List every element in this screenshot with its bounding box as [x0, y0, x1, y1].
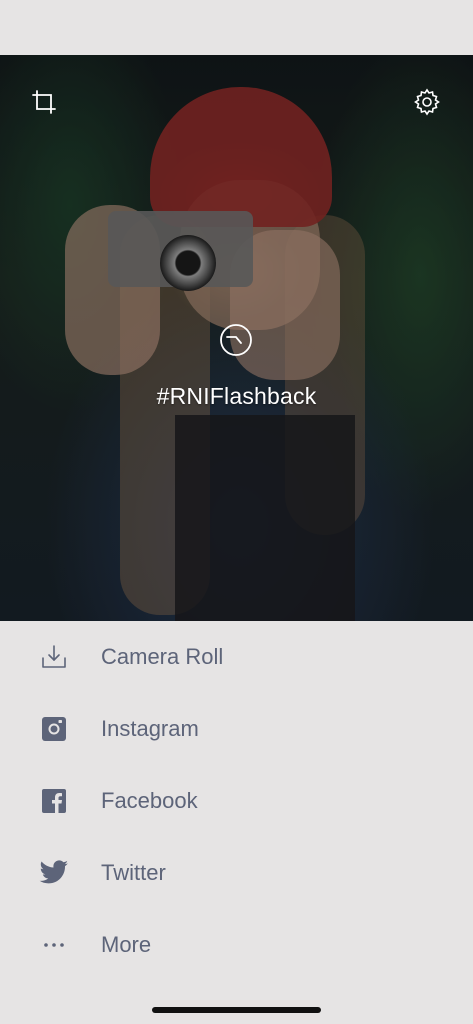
instagram-icon	[38, 713, 70, 745]
more-dots-icon	[38, 929, 70, 961]
share-item-label: Instagram	[101, 716, 199, 741]
share-item-instagram[interactable]: Instagram	[0, 693, 473, 765]
share-item-facebook[interactable]: Facebook	[0, 765, 473, 837]
share-item-label: Twitter	[101, 860, 166, 885]
share-list: Camera Roll Instagram Facebook Twitter M…	[0, 621, 473, 981]
clock-icon	[219, 323, 253, 357]
share-item-more[interactable]: More	[0, 909, 473, 981]
status-bar	[0, 0, 473, 55]
photo-preview: #RNIFlashback	[0, 55, 473, 621]
twitter-icon	[38, 857, 70, 889]
gear-icon[interactable]	[410, 85, 444, 119]
home-indicator[interactable]	[152, 1007, 321, 1013]
share-item-label: More	[101, 932, 152, 957]
crop-icon[interactable]	[27, 85, 61, 119]
share-item-camera-roll[interactable]: Camera Roll	[0, 621, 473, 693]
facebook-icon	[38, 785, 70, 817]
share-item-label: Camera Roll	[101, 644, 224, 669]
photo-hashtag: #RNIFlashback	[156, 383, 317, 409]
share-item-twitter[interactable]: Twitter	[0, 837, 473, 909]
download-icon	[38, 641, 70, 673]
share-item-label: Facebook	[101, 788, 198, 813]
